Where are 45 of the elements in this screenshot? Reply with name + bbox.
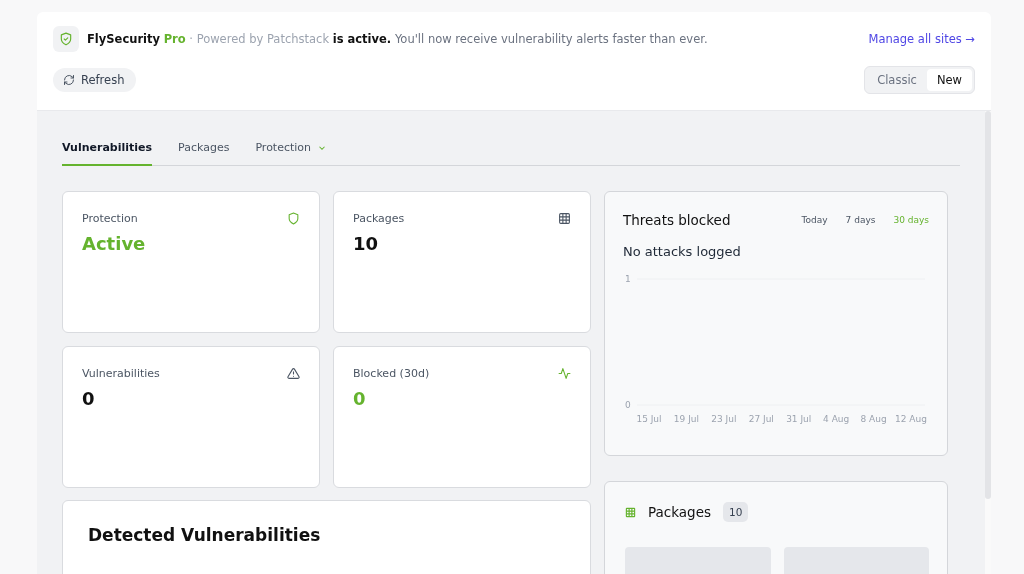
view-option[interactable]: Classic xyxy=(867,69,927,91)
tab[interactable]: Vulnerabilities xyxy=(62,141,153,166)
axis-tick-label: 0 xyxy=(625,400,631,410)
grid-icon xyxy=(558,212,571,225)
stat-value: Active xyxy=(82,233,147,254)
brand-name: FlySecurity xyxy=(87,32,160,46)
stat-value: 0 xyxy=(82,388,96,409)
axis-tick-label: 8 Aug xyxy=(860,414,887,424)
stat-label: Vulnerabilities xyxy=(82,367,160,380)
axis-tick-label: 12 Aug xyxy=(895,414,927,424)
axis-tick-label: 15 Jul xyxy=(636,414,662,424)
view-option[interactable]: New xyxy=(926,69,972,91)
refresh-button[interactable]: Refresh xyxy=(53,68,137,92)
tab[interactable]: Packages xyxy=(178,141,230,166)
stat-value: 10 xyxy=(353,233,380,254)
range-option[interactable]: 7 days xyxy=(827,215,876,225)
card-title: Packages xyxy=(648,504,711,520)
axis-tick-label: 31 Jul xyxy=(786,414,812,424)
pulse-icon xyxy=(558,367,571,380)
tab[interactable]: Protection xyxy=(255,141,328,166)
count-badge: 10 xyxy=(723,502,749,522)
manage-sites-link[interactable]: Manage all sites → xyxy=(868,32,975,46)
axis-tick-label: 1 xyxy=(625,274,631,284)
status-text: is active. xyxy=(332,32,392,46)
axis-tick-label: 27 Jul xyxy=(748,414,774,424)
scrollbar[interactable] xyxy=(985,111,991,574)
axis-tick-label: 19 Jul xyxy=(673,414,699,424)
section-title: Detected Vulnerabilities xyxy=(88,525,321,545)
stat-label: Blocked (30d) xyxy=(353,367,430,380)
shield-check-icon xyxy=(59,32,73,46)
powered-by-text: · Powered by Patchstack xyxy=(189,32,330,46)
card-title: Threats blocked xyxy=(623,212,731,228)
shield-icon xyxy=(287,212,300,225)
status-message: You'll now receive vulnerability alerts faster than ever. xyxy=(394,32,708,46)
edition-label: Pro xyxy=(163,32,186,46)
axis-tick-label: 23 Jul xyxy=(711,414,737,424)
range-option[interactable]: Today xyxy=(783,215,828,225)
warning-icon xyxy=(287,367,300,380)
stat-label: Protection xyxy=(82,212,138,225)
stat-label: Packages xyxy=(353,212,405,225)
empty-message: No attacks logged xyxy=(623,244,742,259)
grid-icon xyxy=(625,506,636,518)
stat-value: 0 xyxy=(353,388,367,409)
axis-tick-label: 4 Aug xyxy=(823,414,850,424)
refresh-icon xyxy=(63,74,75,86)
